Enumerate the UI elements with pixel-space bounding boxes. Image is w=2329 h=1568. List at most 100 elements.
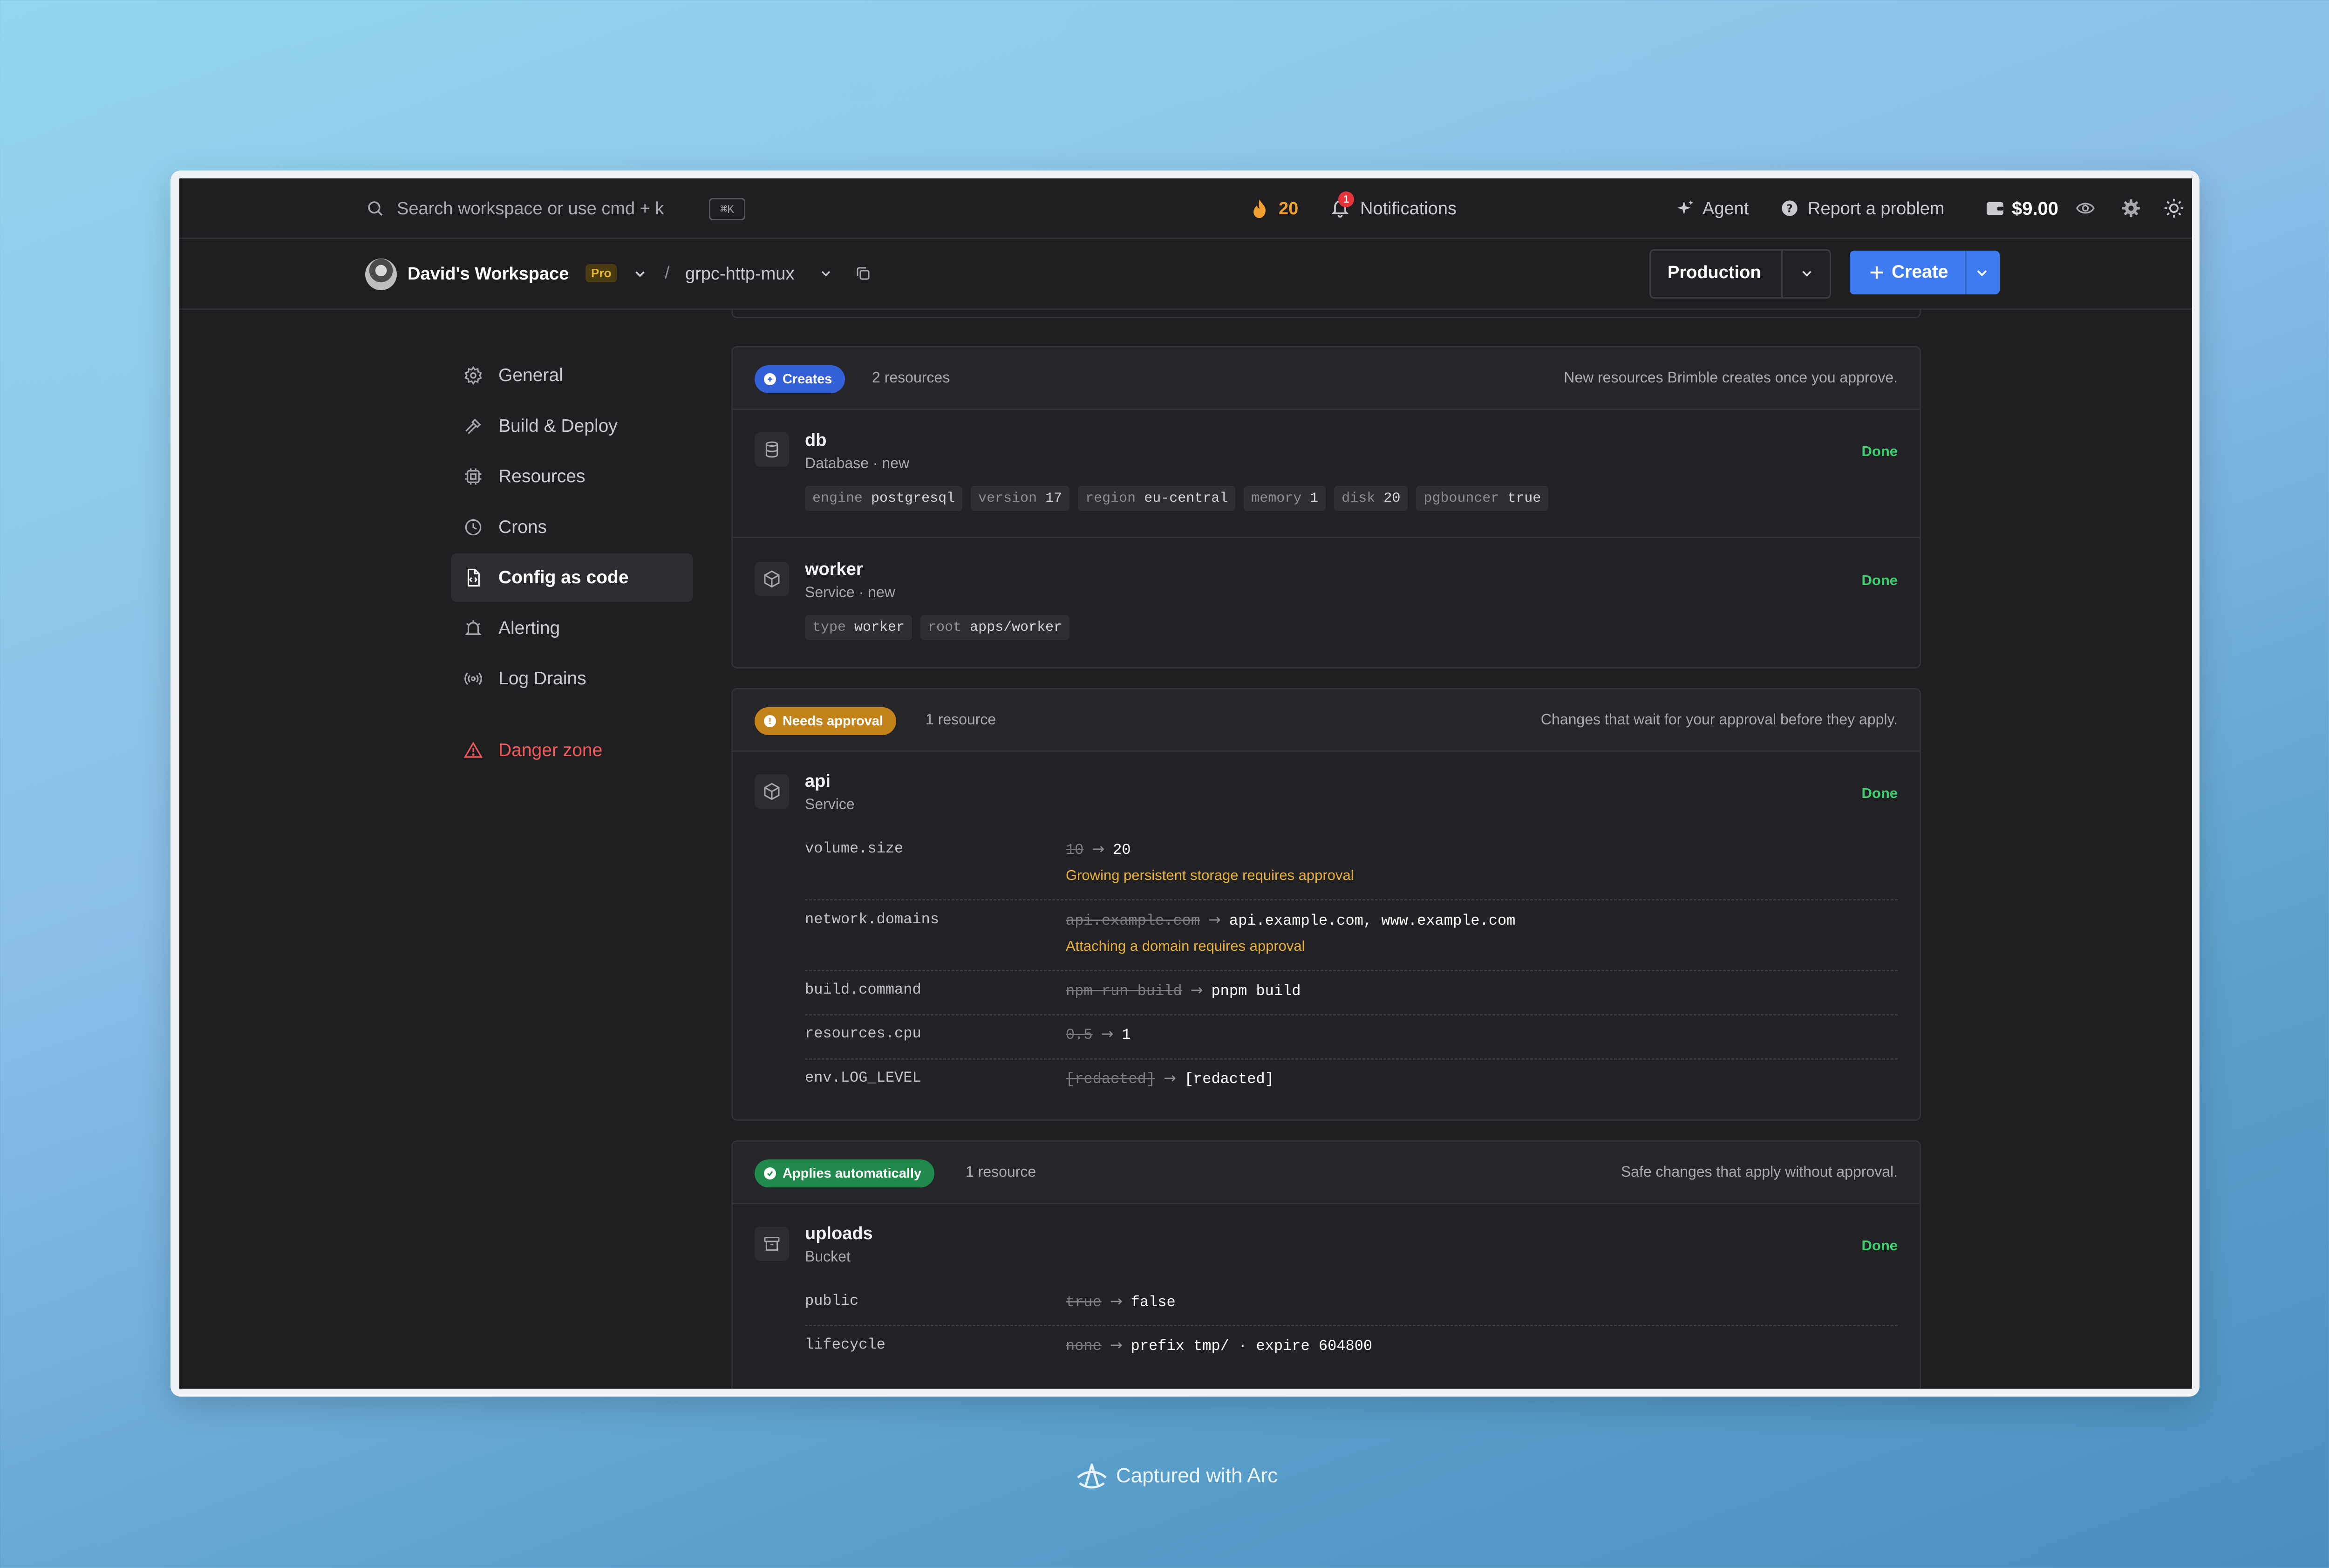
change-value: api.example.com → api.example.com, www.exa… <box>1066 911 1516 929</box>
project-name[interactable]: grpc-http-mux <box>685 264 794 284</box>
arc-caption-text: Captured with Arc <box>1116 1464 1278 1487</box>
tag-list: type worker root apps/worker <box>805 615 1070 640</box>
check-circle-icon <box>764 1167 776 1179</box>
database-icon <box>755 432 789 467</box>
balance-amount[interactable]: $9.00 <box>2012 198 2058 219</box>
resource-name[interactable]: uploads <box>805 1224 873 1244</box>
previous-card <box>731 308 1921 318</box>
sparkle-icon <box>1675 198 1696 219</box>
chevron-down-icon[interactable] <box>1974 265 1990 281</box>
group-description: Safe changes that apply without approval… <box>1621 1163 1898 1180</box>
status-done: Done <box>1861 443 1898 459</box>
resource-subtitle: Service <box>805 796 855 812</box>
help-icon: ? <box>1780 199 1799 218</box>
theme-toggle-icon[interactable] <box>2164 198 2184 218</box>
notifications-badge: 1 <box>1338 191 1354 207</box>
search-shortcut: ⌘K <box>709 198 745 220</box>
resource-name[interactable]: api <box>805 771 831 791</box>
environment-selector[interactable]: Production <box>1649 249 1831 299</box>
change-key: network.domains <box>805 911 940 928</box>
resource-subtitle: Service · new <box>805 584 895 600</box>
divider <box>805 899 1898 900</box>
sidebar-item-label: Danger zone <box>498 740 603 760</box>
tag: memory 1 <box>1244 486 1326 511</box>
sidebar-item-resources[interactable]: Resources <box>451 452 693 501</box>
badge-label: Creates <box>783 371 832 387</box>
divider <box>733 537 1920 538</box>
breadcrumb-separator: / <box>665 263 670 283</box>
sidebar-item-crons[interactable]: Crons <box>451 503 693 552</box>
chip-icon <box>459 467 487 486</box>
resource-count: 1 resource <box>966 1163 1036 1180</box>
divider <box>805 970 1898 971</box>
chevron-down-icon[interactable] <box>1799 266 1815 281</box>
create-label: Create <box>1892 262 1948 282</box>
sidebar-item-label: General <box>498 365 563 385</box>
status-done: Done <box>1861 1237 1898 1254</box>
chevron-down-icon[interactable] <box>632 266 648 282</box>
badge-label: Needs approval <box>783 713 883 729</box>
sidebar-item-config-as-code[interactable]: Config as code <box>451 553 693 602</box>
change-value: 0.5 → 1 <box>1066 1025 1131 1043</box>
divider <box>805 1058 1898 1060</box>
workspace-name[interactable]: David's Workspace <box>408 264 569 284</box>
top-bar: Search workspace or use cmd + k ⌘K 20 1 … <box>179 178 2192 239</box>
change-value: 10 → 20 <box>1066 840 1131 859</box>
tag: disk 20 <box>1334 486 1408 511</box>
gear-icon[interactable] <box>2121 198 2141 218</box>
copy-icon[interactable] <box>855 265 872 282</box>
search-input[interactable]: Search workspace or use cmd + k <box>397 199 664 219</box>
sidebar-item-log-drains[interactable]: Log Drains <box>451 654 693 703</box>
sidebar-item-alerting[interactable]: Alerting <box>451 604 693 653</box>
eye-icon[interactable] <box>2076 200 2095 217</box>
group-description: New resources Brimble creates once you a… <box>1564 369 1898 386</box>
sidebar-item-general[interactable]: General <box>451 351 693 400</box>
resource-name[interactable]: db <box>805 430 826 450</box>
agent-button[interactable]: Agent <box>1702 199 1749 219</box>
change-key: resources.cpu <box>805 1025 921 1042</box>
change-value: [redacted] → [redacted] <box>1066 1069 1274 1088</box>
change-value: true → false <box>1066 1292 1176 1311</box>
creates-badge: Creates <box>755 365 845 393</box>
cube-icon <box>755 774 789 809</box>
arc-caption: Captured with Arc <box>1074 1461 1278 1491</box>
sidebar-item-danger-zone[interactable]: Danger zone <box>451 726 693 775</box>
tag: engine postgresql <box>805 486 963 511</box>
sidebar-item-build-deploy[interactable]: Build & Deploy <box>451 402 693 450</box>
chevron-down-icon[interactable] <box>818 266 833 281</box>
needs-approval-card: ! Needs approval 1 resource Changes that… <box>731 688 1921 1121</box>
flame-icon <box>1251 198 1268 219</box>
change-key: env.LOG_LEVEL <box>805 1069 921 1086</box>
card-header: ! Needs approval 1 resource Changes that… <box>733 689 1920 752</box>
status-done: Done <box>1861 572 1898 588</box>
notifications-button[interactable]: Notifications <box>1360 199 1457 219</box>
resource-name[interactable]: worker <box>805 559 863 579</box>
workspace-bar: David's Workspace Pro / grpc-http-mux Pr… <box>179 239 2192 310</box>
sidebar-item-label: Build & Deploy <box>498 416 618 436</box>
avatar[interactable] <box>365 259 397 290</box>
card-header: Creates 2 resources New resources Brimbl… <box>733 348 1920 410</box>
app-window: Search workspace or use cmd + k ⌘K 20 1 … <box>179 178 2192 1389</box>
status-done: Done <box>1861 785 1898 801</box>
hammer-icon <box>459 416 487 436</box>
create-button[interactable]: Create <box>1850 251 2000 294</box>
streak-count[interactable]: 20 <box>1279 199 1298 219</box>
wallet-icon <box>1986 200 2004 217</box>
tag: type worker <box>805 615 913 640</box>
resource-subtitle: Bucket <box>805 1248 851 1265</box>
arc-logo-icon <box>1074 1461 1110 1491</box>
change-key: build.command <box>805 981 921 998</box>
badge-label: Applies automatically <box>783 1166 922 1181</box>
report-problem-button[interactable]: Report a problem <box>1808 199 1945 219</box>
card-header: Applies automatically 1 resource Safe ch… <box>733 1142 1920 1204</box>
divider <box>805 1014 1898 1016</box>
sidebar-item-label: Alerting <box>498 618 560 638</box>
gear-icon <box>459 366 487 385</box>
plus-icon <box>1867 263 1886 282</box>
tag: pgbouncer true <box>1416 486 1549 511</box>
group-description: Changes that wait for your approval befo… <box>1540 711 1898 728</box>
warning-icon <box>459 741 487 760</box>
tag: region eu-central <box>1078 486 1236 511</box>
applies-automatically-card: Applies automatically 1 resource Safe ch… <box>731 1140 1921 1389</box>
tag: version 17 <box>971 486 1070 511</box>
